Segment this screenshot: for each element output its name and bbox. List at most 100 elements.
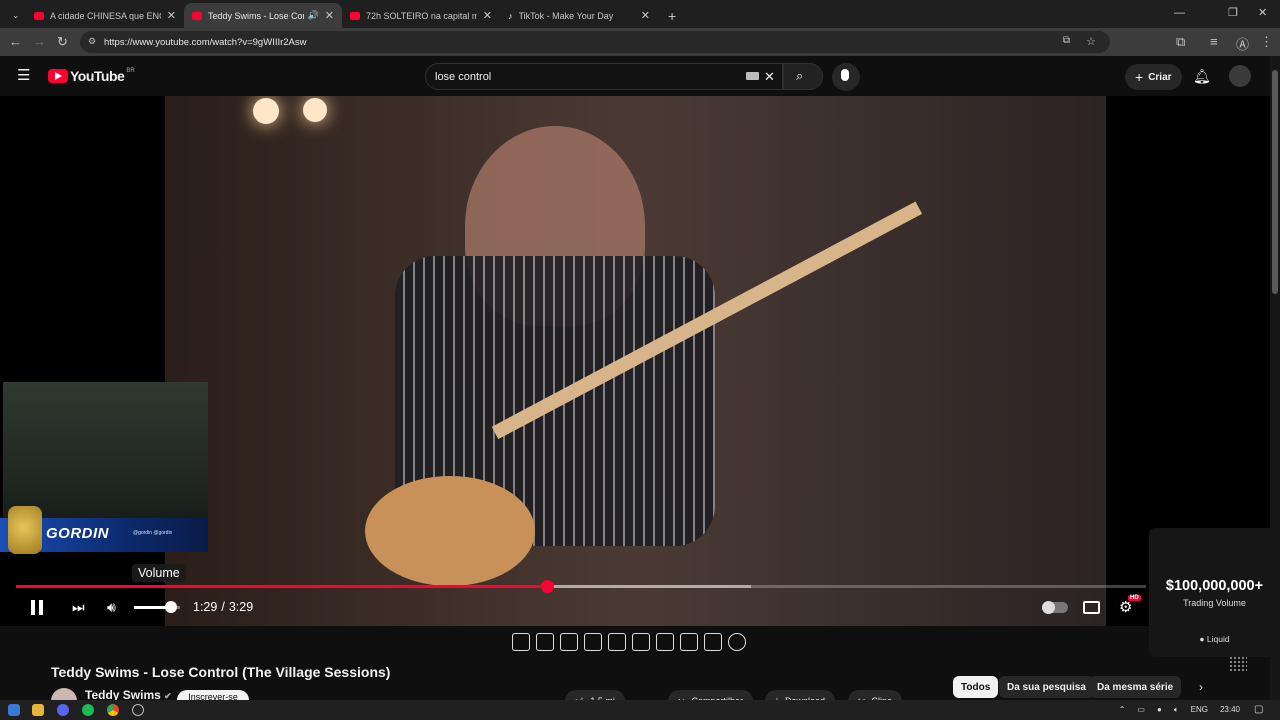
volume-knob[interactable]	[164, 601, 177, 613]
tab-3[interactable]: 72h SOLTEIRO na capital mais ... ✕	[342, 3, 500, 28]
hamburger-menu-icon[interactable]: ☰	[17, 66, 30, 84]
extensions-icon[interactable]: ⧉	[1176, 34, 1185, 50]
microphone-icon	[841, 69, 849, 81]
back-icon[interactable]: ←	[9, 34, 22, 49]
minimize-icon[interactable]: —	[1174, 7, 1185, 19]
video-player[interactable]: GORDIN @gordin @gordin Volume ⏭︎ 🔊︎ 1:29…	[0, 96, 1270, 626]
chip-todos[interactable]: Todos	[953, 676, 999, 698]
close-icon[interactable]: ✕	[641, 9, 650, 22]
search-icon: ⌕	[796, 68, 804, 83]
forward-icon[interactable]: →	[33, 34, 46, 49]
volume-icon: 🔊︎	[107, 598, 116, 615]
account-avatar[interactable]	[1229, 65, 1251, 87]
close-icon[interactable]: ✕	[167, 9, 176, 22]
reading-list-icon[interactable]: ≡	[1210, 34, 1218, 49]
tab-1[interactable]: A cidade CHINESA que ENGAN... ✕	[26, 3, 184, 28]
mini-player-icon[interactable]	[608, 633, 626, 651]
app-icon[interactable]	[132, 704, 144, 716]
close-window-icon[interactable]: ✕	[1258, 6, 1267, 19]
close-icon[interactable]: ✕	[325, 9, 334, 22]
frame-step-icon[interactable]	[680, 633, 698, 651]
blackbox-logo-icon	[1229, 656, 1247, 672]
page-scrollbar[interactable]	[1270, 56, 1280, 700]
speaker-icon[interactable]: 🔈︎	[1174, 705, 1179, 715]
reload-icon[interactable]: ↻	[57, 34, 68, 50]
time-separator: /	[221, 600, 225, 614]
settings-button[interactable]: ⚙ HD	[1119, 595, 1141, 618]
microphone-icon[interactable]: ●	[1157, 705, 1162, 715]
chevron-right-icon[interactable]: ›	[1199, 680, 1203, 694]
youtube-icon	[192, 11, 202, 20]
new-tab-button[interactable]: +	[660, 3, 680, 28]
clock[interactable]: 23:40	[1220, 705, 1240, 715]
tab-title: TikTok - Make Your Day	[518, 10, 614, 21]
extension-toolbar	[512, 630, 756, 654]
close-icon[interactable]: ✕	[483, 9, 492, 22]
search-value: lose control	[435, 70, 492, 83]
streamer-name: GORDIN	[46, 525, 109, 542]
loop-icon[interactable]	[512, 633, 530, 651]
next-icon: ⏭︎	[72, 598, 85, 615]
tab-title: 72h SOLTEIRO na capital mais ...	[366, 10, 477, 21]
speaker-icon[interactable]: 🔊	[308, 10, 319, 21]
scrollbar-thumb[interactable]	[1272, 70, 1278, 294]
youtube-logo[interactable]: YouTube BR	[48, 68, 135, 84]
picture-in-picture-icon[interactable]	[560, 633, 578, 651]
screenshot-camera-icon[interactable]	[704, 633, 722, 651]
notifications-icon[interactable]: ▢	[1254, 704, 1263, 715]
language-indicator[interactable]: ENG	[1191, 705, 1208, 715]
chip-same-series[interactable]: Da mesma série	[1089, 676, 1182, 698]
search-button[interactable]: ⌕	[783, 63, 823, 90]
bookmark-star-icon[interactable]: ☆	[1086, 35, 1096, 48]
restore-icon[interactable]: ❐	[1228, 6, 1238, 19]
profile-icon[interactable]: Ⓐ	[1236, 34, 1249, 53]
tab-title: A cidade CHINESA que ENGAN...	[50, 10, 161, 21]
mute-button[interactable]: 🔊︎	[107, 596, 116, 618]
address-bar[interactable]: ⚙ https://www.youtube.com/watch?v=9gWIII…	[80, 31, 1110, 53]
plus-icon: +	[668, 7, 677, 24]
site-info-icon[interactable]: ⚙	[88, 36, 96, 47]
scrubber-handle[interactable]	[541, 580, 555, 593]
install-app-icon[interactable]: ⧉	[1063, 35, 1070, 46]
volume-slider[interactable]	[134, 596, 180, 618]
tab-2[interactable]: Teddy Swims - Lose Contro 🔊 ✕	[184, 3, 342, 28]
windows-start-icon[interactable]	[8, 704, 20, 716]
hd-badge: HD	[1128, 595, 1141, 601]
file-explorer-icon[interactable]	[32, 704, 44, 716]
network-icon[interactable]: ▭	[1137, 705, 1145, 715]
keyboard-icon[interactable]	[746, 72, 759, 80]
subtitles-button[interactable]	[1083, 596, 1100, 618]
audio-mode-icon[interactable]	[536, 633, 554, 651]
chip-from-search[interactable]: Da sua pesquisa	[999, 676, 1094, 698]
autoplay-toggle[interactable]	[1042, 596, 1068, 618]
discord-icon[interactable]	[57, 704, 69, 716]
captions-icon	[1083, 600, 1100, 614]
gold-watch-logo	[8, 506, 42, 554]
played-bar	[16, 585, 548, 588]
tab-4[interactable]: ♪ TikTok - Make Your Day ✕	[500, 3, 658, 28]
windows-taskbar: ⌃ ▭ ● 🔈︎ ENG 23:40 ▢	[0, 700, 1280, 720]
notifications-bell-icon[interactable]: 🔔︎	[1193, 68, 1211, 85]
tab-title: Teddy Swims - Lose Contro	[208, 10, 304, 21]
voice-search-button[interactable]	[832, 63, 860, 91]
ad-overlay[interactable]: $100,000,000+ Trading Volume ● Liquid	[1149, 528, 1280, 672]
clear-search-icon[interactable]: ✕	[764, 69, 775, 85]
current-time: 1:29	[193, 600, 218, 614]
spotify-icon[interactable]	[82, 704, 94, 716]
speed-icon[interactable]	[656, 633, 674, 651]
duration: 3:29	[228, 600, 254, 614]
screen-size-icon[interactable]	[632, 633, 650, 651]
menu-dots-icon[interactable]: ⋮	[1260, 34, 1273, 50]
ad-brand: ● Liquid	[1149, 634, 1280, 644]
chrome-icon[interactable]	[107, 704, 119, 716]
create-button[interactable]: + Criar	[1125, 64, 1182, 90]
chevron-up-icon[interactable]: ⌃	[1119, 705, 1126, 715]
tab-search-button[interactable]: ⌄	[4, 3, 24, 28]
cinema-mode-icon[interactable]	[584, 633, 602, 651]
next-button[interactable]: ⏭︎	[72, 596, 85, 618]
search-input[interactable]: lose control ✕	[425, 63, 783, 90]
pause-button[interactable]	[31, 596, 43, 618]
gear-icon[interactable]	[728, 633, 746, 651]
progress-bar[interactable]	[16, 580, 1146, 593]
bass-guitar-body	[365, 476, 535, 586]
